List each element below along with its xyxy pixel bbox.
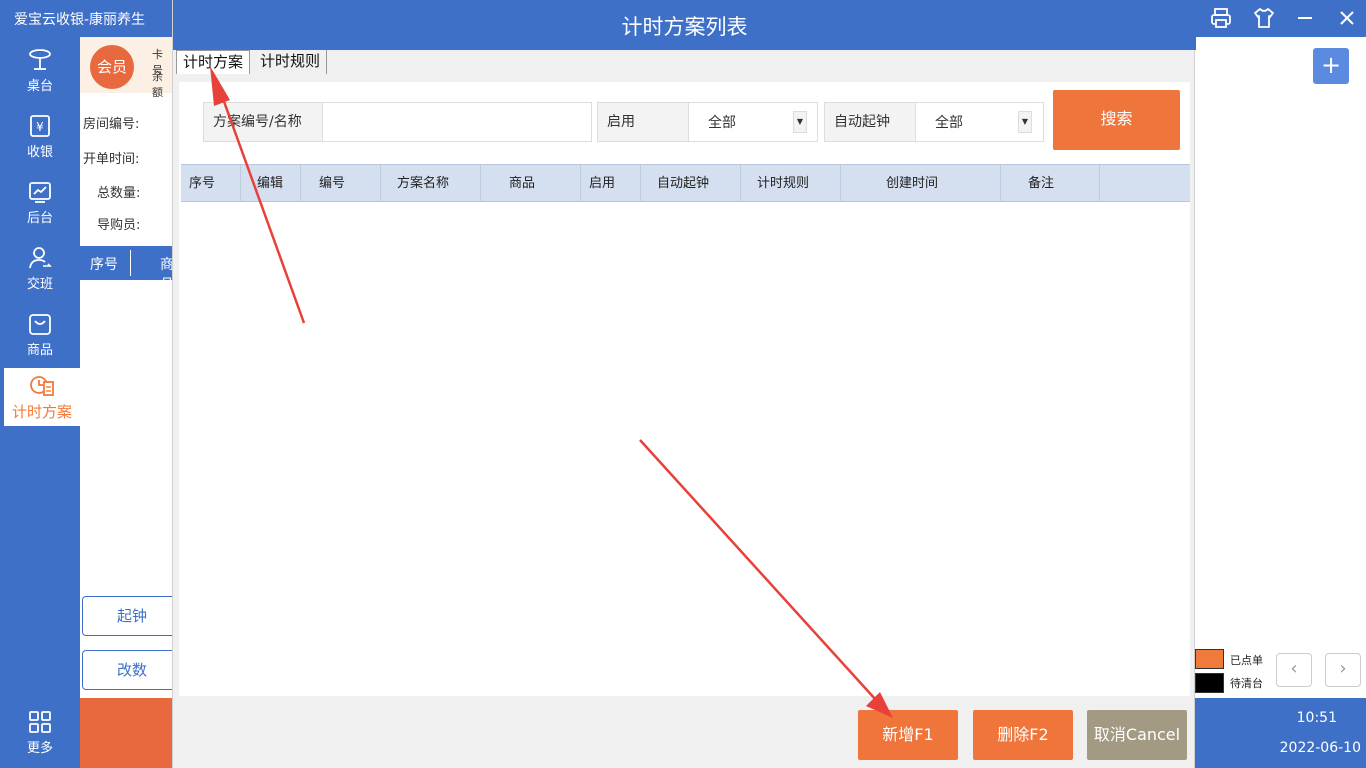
chart-icon: [29, 182, 51, 203]
nav-item-more[interactable]: 更多: [0, 703, 80, 763]
tab-timer-rule[interactable]: 计时规则: [254, 50, 328, 74]
col-edit[interactable]: 编辑: [241, 165, 301, 202]
dialog-content: 方案编号/名称 启用 全部 ▼ 自动起钟 全部 ▼ 搜索 序号 编辑 编号 方案…: [179, 82, 1190, 696]
dialog-title-bar: 计时方案列表: [173, 0, 1196, 50]
col-enabled[interactable]: 启用: [581, 165, 641, 202]
nav-item-cashier[interactable]: ¥ 收银: [0, 107, 80, 167]
chevron-right-icon: ›: [1339, 658, 1347, 679]
minimize-icon[interactable]: [1293, 6, 1317, 30]
add-button[interactable]: +: [1313, 48, 1349, 84]
handover-icon: [29, 247, 52, 269]
delete-plan-button[interactable]: 删除F2: [973, 710, 1073, 760]
date: 2022-06-10: [1279, 740, 1361, 756]
clock: 10:51: [1296, 710, 1337, 726]
grid-icon: [29, 711, 51, 733]
next-page-button[interactable]: ›: [1325, 653, 1361, 687]
search-button[interactable]: 搜索: [1053, 90, 1180, 150]
dropdown-arrow-icon[interactable]: ▼: [793, 111, 807, 133]
right-panel: + 已点单 待清台 ‹ ›: [1195, 37, 1366, 698]
nav-label: 桌台: [26, 79, 53, 94]
nav-label: 后台: [26, 211, 53, 226]
dropdown-arrow-icon[interactable]: ▼: [1018, 111, 1032, 133]
guide-label: 导购员:: [97, 218, 141, 233]
enabled-label: 启用: [598, 103, 689, 141]
member-avatar[interactable]: 会员: [90, 45, 134, 89]
open-time-label: 开单时间:: [83, 152, 140, 167]
auto-start-label: 自动起钟: [825, 103, 916, 141]
timer-plan-dialog: 计时方案列表 计时方案 计时规则 方案编号/名称 启用 全部 ▼ 自动起钟 全部…: [172, 0, 1196, 768]
legend-swatch-cleaning: [1195, 673, 1224, 693]
code-name-input[interactable]: [332, 103, 590, 141]
checkout-strip[interactable]: [80, 698, 172, 768]
sidebar: 桌台 ¥ 收银 后台 交班 商品 计时方案 更多: [0, 37, 80, 768]
nav-label: 计时方案: [11, 403, 72, 421]
code-name-label: 方案编号/名称: [204, 103, 323, 141]
app-title: 爱宝云收银-康丽养生: [14, 12, 146, 28]
nav-label: 交班: [26, 277, 53, 292]
nav-item-handover[interactable]: 交班: [0, 239, 80, 299]
svg-text:¥: ¥: [36, 120, 44, 134]
nav-item-table[interactable]: 桌台: [0, 41, 80, 101]
chevron-left-icon: ‹: [1290, 658, 1298, 679]
auto-start-select[interactable]: 全部: [935, 103, 963, 141]
order-col-index: 序号: [90, 257, 118, 273]
plan-table-header: 序号 编辑 编号 方案名称 商品 启用 自动起钟 计时规则 创建时间 备注: [181, 164, 1190, 202]
nav-item-goods[interactable]: 商品: [0, 305, 80, 365]
window-controls: [1195, 0, 1366, 37]
nav-item-backend[interactable]: 后台: [0, 173, 80, 233]
col-plan-name[interactable]: 方案名称: [381, 165, 481, 202]
total-label: 总数量:: [97, 186, 141, 201]
col-timer-rule[interactable]: 计时规则: [741, 165, 841, 202]
member-strip: 会员 卡号 余额: [80, 37, 172, 99]
tab-timer-plan[interactable]: 计时方案: [176, 50, 251, 74]
bag-icon: [29, 314, 51, 335]
prev-page-button[interactable]: ‹: [1276, 653, 1312, 687]
legend-label-ordered: 已点单: [1230, 654, 1263, 667]
legend-swatch-ordered: [1195, 649, 1224, 669]
enabled-select[interactable]: 全部: [708, 103, 736, 141]
column-divider: [130, 250, 131, 276]
nav-label: 收银: [26, 145, 53, 160]
enabled-filter: 启用 全部 ▼: [597, 102, 818, 142]
dialog-title: 计时方案列表: [621, 15, 748, 39]
nav-item-timer-plan[interactable]: 计时方案: [4, 368, 80, 426]
col-remark[interactable]: 备注: [1001, 165, 1100, 202]
timer-plan-icon: [30, 376, 54, 396]
tshirt-skin-icon[interactable]: [1252, 6, 1276, 30]
cashier-icon: ¥: [30, 115, 50, 137]
status-bar: 10:51 2022-06-10: [1195, 698, 1366, 768]
member-balance-label: 余额: [152, 70, 163, 99]
cancel-button[interactable]: 取消Cancel: [1087, 710, 1187, 760]
col-goods[interactable]: 商品: [481, 165, 581, 202]
col-auto-start[interactable]: 自动起钟: [641, 165, 741, 202]
add-plan-button[interactable]: 新增F1: [858, 710, 958, 760]
col-code[interactable]: 编号: [301, 165, 381, 202]
change-qty-button[interactable]: 改数: [82, 650, 182, 690]
close-icon[interactable]: [1335, 6, 1359, 30]
nav-label: 更多: [26, 741, 53, 756]
col-index[interactable]: 序号: [181, 165, 241, 202]
code-name-filter: 方案编号/名称: [203, 102, 592, 142]
nav-label: 商品: [26, 343, 53, 358]
start-clock-button[interactable]: 起钟: [82, 596, 182, 636]
auto-start-filter: 自动起钟 全部 ▼: [824, 102, 1044, 142]
legend-label-cleaning: 待清台: [1230, 677, 1263, 690]
order-panel: 会员 卡号 余额 房间编号: 开单时间: 总数量: 导购员: 序号 商品 起钟 …: [80, 37, 182, 698]
order-table-header: 序号 商品: [80, 246, 174, 293]
room-label: 房间编号:: [83, 117, 140, 132]
printer-icon[interactable]: [1209, 6, 1233, 30]
table-icon: [29, 49, 51, 70]
col-created-time[interactable]: 创建时间: [841, 165, 1001, 202]
